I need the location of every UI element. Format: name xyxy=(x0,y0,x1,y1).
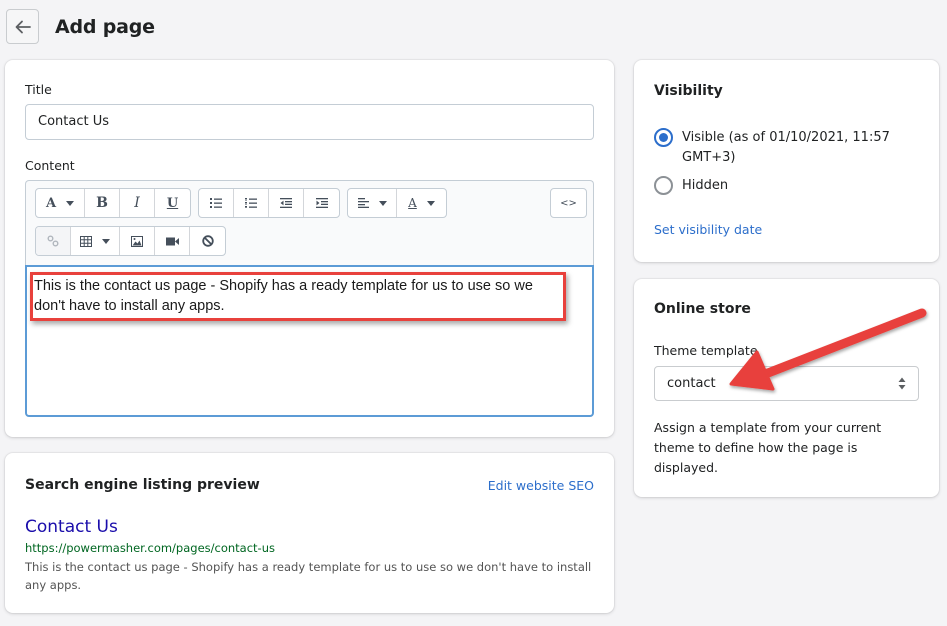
indent-button[interactable] xyxy=(304,189,339,217)
page-header: Add page xyxy=(6,9,155,44)
radio-checked-icon[interactable] xyxy=(654,128,673,147)
html-group: <> xyxy=(550,188,587,218)
link-icon xyxy=(47,235,59,247)
visibility-option-hidden[interactable]: Hidden xyxy=(654,176,892,196)
underline-icon: U xyxy=(166,195,179,211)
visibility-card: Visibility Visible (as of 01/10/2021, 11… xyxy=(634,60,939,262)
bullet-list-icon xyxy=(210,198,222,208)
theme-template-select[interactable]: contact xyxy=(654,366,919,401)
rich-text-editor: A B I U A <> This is the contact us page… xyxy=(25,180,594,417)
insert-table-button[interactable] xyxy=(71,227,120,255)
chevron-down-icon xyxy=(66,200,75,206)
insert-link-button[interactable] xyxy=(36,227,71,255)
edit-seo-link[interactable]: Edit website SEO xyxy=(488,478,594,493)
text-style-group: A B I U xyxy=(35,188,191,218)
italic-icon: I xyxy=(134,195,140,211)
content-label: Content xyxy=(25,158,75,173)
numbered-list-icon xyxy=(245,198,257,208)
align-button[interactable] xyxy=(348,189,397,217)
numbered-list-button[interactable] xyxy=(234,189,269,217)
outdent-button[interactable] xyxy=(269,189,304,217)
indent-icon xyxy=(315,198,328,208)
outdent-icon xyxy=(280,198,292,208)
title-label: Title xyxy=(25,82,52,97)
table-icon xyxy=(80,235,92,247)
editor-content-text: This is the contact us page - Shopify ha… xyxy=(34,278,533,314)
insert-image-button[interactable] xyxy=(120,227,155,255)
back-button[interactable] xyxy=(6,9,39,44)
select-arrows-icon xyxy=(898,377,906,390)
radio-unchecked-icon[interactable] xyxy=(654,176,673,195)
theme-template-label: Theme template xyxy=(654,343,758,358)
block-icon xyxy=(201,235,214,247)
insert-video-button[interactable] xyxy=(155,227,190,255)
align-color-group: A xyxy=(347,188,447,218)
editor-content-area[interactable]: This is the contact us page - Shopify ha… xyxy=(25,265,594,417)
code-icon: <> xyxy=(560,197,577,209)
set-visibility-date-link[interactable]: Set visibility date xyxy=(654,222,762,237)
visibility-heading: Visibility xyxy=(654,83,723,99)
align-left-icon xyxy=(357,198,369,208)
show-html-button[interactable]: <> xyxy=(551,189,586,217)
editor-toolbar: A B I U A <> xyxy=(25,180,594,266)
title-input[interactable]: Contact Us xyxy=(25,104,594,140)
page-title: Add page xyxy=(55,15,155,38)
image-icon xyxy=(131,235,143,247)
theme-template-value: contact xyxy=(667,376,716,391)
font-format-icon: A xyxy=(45,195,57,211)
seo-preview-url: https://powermasher.com/pages/contact-us xyxy=(25,541,275,555)
online-store-card: Online store Theme template contact Assi… xyxy=(634,279,939,497)
bold-button[interactable]: B xyxy=(85,189,120,217)
italic-button[interactable]: I xyxy=(120,189,155,217)
seo-preview-card: Search engine listing preview Edit websi… xyxy=(5,453,614,613)
seo-heading: Search engine listing preview xyxy=(25,477,260,493)
arrow-left-icon xyxy=(15,20,31,33)
theme-template-help-text: Assign a template from your current them… xyxy=(654,420,882,475)
page-details-card: Title Contact Us Content A B I U A <> Th… xyxy=(5,60,614,437)
text-color-icon: A xyxy=(408,196,417,210)
visibility-option-label: Hidden xyxy=(682,178,729,193)
seo-preview-description: This is the contact us page - Shopify ha… xyxy=(25,560,592,592)
chevron-down-icon xyxy=(102,238,110,244)
underline-button[interactable]: U xyxy=(155,189,190,217)
font-format-button[interactable]: A xyxy=(36,189,85,217)
seo-preview-title: Contact Us xyxy=(25,517,118,537)
bulleted-list-button[interactable] xyxy=(199,189,234,217)
text-color-button[interactable]: A xyxy=(397,189,446,217)
insert-group xyxy=(35,226,226,256)
list-group xyxy=(198,188,340,218)
clear-formatting-button[interactable] xyxy=(190,227,225,255)
bold-icon: B xyxy=(96,195,108,211)
visibility-option-visible[interactable]: Visible (as of 01/10/2021, 11:57 GMT+3) xyxy=(654,128,892,168)
visibility-option-label: Visible (as of 01/10/2021, 11:57 GMT+3) xyxy=(682,130,890,165)
chevron-down-icon xyxy=(426,200,435,206)
video-icon xyxy=(165,237,179,245)
online-store-heading: Online store xyxy=(654,301,751,317)
chevron-down-icon xyxy=(378,200,387,206)
